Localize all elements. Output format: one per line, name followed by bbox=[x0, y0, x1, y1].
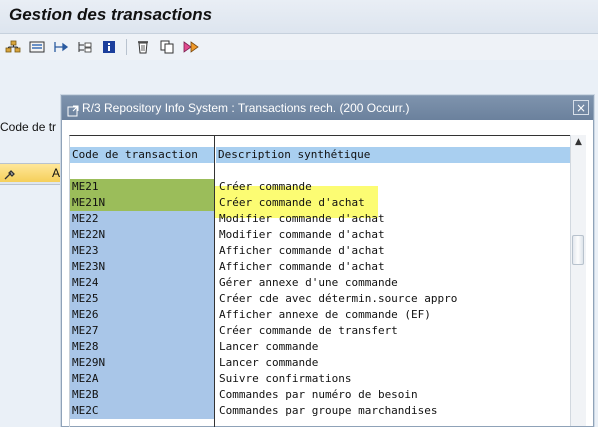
transaction-code-cell[interactable]: ME25 bbox=[70, 291, 214, 307]
app-title: Gestion des transactions bbox=[9, 5, 213, 24]
results-grid: Code de transaction Description synthéti… bbox=[69, 135, 570, 427]
external-window-icon bbox=[67, 102, 79, 121]
search-results-dialog: R/3 Repository Info System : Transaction… bbox=[61, 95, 594, 427]
scrollbar-thumb[interactable] bbox=[572, 235, 584, 265]
table-row[interactable]: ME26 Afficher annexe de commande (EF) bbox=[70, 307, 570, 323]
table-row[interactable]: ME25 Créer cde avec détermin.source appro bbox=[70, 291, 570, 307]
close-icon[interactable]: × bbox=[573, 100, 589, 115]
tools-icon bbox=[3, 166, 17, 185]
description-cell[interactable]: Afficher commande d'achat bbox=[216, 259, 570, 275]
table-row[interactable]: ME22N Modifier commande d'achat bbox=[70, 227, 570, 243]
description-cell[interactable]: Suivre confirmations bbox=[216, 371, 570, 387]
transaction-code-cell[interactable]: ME2C bbox=[70, 403, 214, 419]
delete-icon[interactable] bbox=[133, 38, 153, 56]
table-row[interactable]: ME29N Lancer commande bbox=[70, 355, 570, 371]
column-header-code[interactable]: Code de transaction bbox=[70, 147, 214, 163]
dialog-title-bar: R/3 Repository Info System : Transaction… bbox=[62, 96, 593, 120]
table-row[interactable]: ME28 Lancer commande bbox=[70, 339, 570, 355]
title-bar: Gestion des transactions bbox=[0, 0, 598, 34]
vertical-scrollbar[interactable]: ▲ bbox=[570, 135, 586, 426]
description-cell[interactable]: Créer commande bbox=[216, 179, 570, 195]
transaction-code-cell[interactable]: ME21 bbox=[70, 179, 214, 195]
transaction-code-cell[interactable]: ME27 bbox=[70, 323, 214, 339]
description-cell[interactable]: Modifier commande d'achat bbox=[216, 211, 570, 227]
description-cell[interactable]: Créer cde avec détermin.source appro bbox=[216, 291, 570, 307]
description-cell[interactable]: Lancer commande bbox=[216, 339, 570, 355]
application-toolbar bbox=[0, 34, 598, 60]
scroll-up-icon[interactable]: ▲ bbox=[573, 137, 584, 147]
transaction-code-cell[interactable]: ME2A bbox=[70, 371, 214, 387]
description-cell[interactable]: Lancer commande bbox=[216, 355, 570, 371]
execute-icon[interactable] bbox=[181, 38, 201, 56]
description-cell[interactable]: Afficher commande d'achat bbox=[216, 243, 570, 259]
subtree-icon[interactable] bbox=[75, 38, 95, 56]
transaction-code-cell[interactable]: ME29N bbox=[70, 355, 214, 371]
transaction-code-cell[interactable]: ME23N bbox=[70, 259, 214, 275]
dialog-title: R/3 Repository Info System : Transaction… bbox=[82, 101, 410, 115]
table-row[interactable]: ME2B Commandes par numéro de besoin bbox=[70, 387, 570, 403]
description-cell[interactable]: Commandes par groupe marchandises bbox=[216, 403, 570, 419]
transaction-code-cell[interactable]: ME21N bbox=[70, 195, 214, 211]
table-row[interactable]: ME21 Créer commande bbox=[70, 179, 570, 195]
description-cell[interactable]: Créer commande d'achat bbox=[216, 195, 570, 211]
transaction-code-label: Code de tr bbox=[0, 120, 57, 134]
table-row[interactable]: ME2A Suivre confirmations bbox=[70, 371, 570, 387]
description-cell[interactable]: Commandes par numéro de besoin bbox=[216, 387, 570, 403]
description-cell[interactable]: Créer commande de transfert bbox=[216, 323, 570, 339]
table-row[interactable]: ME23N Afficher commande d'achat bbox=[70, 259, 570, 275]
transaction-code-cell[interactable]: ME23 bbox=[70, 243, 214, 259]
hierarchy-icon[interactable] bbox=[3, 38, 23, 56]
background-button-label: A bbox=[52, 166, 61, 180]
transaction-code-cell[interactable]: ME26 bbox=[70, 307, 214, 323]
transaction-code-cell[interactable]: ME24 bbox=[70, 275, 214, 291]
description-cell[interactable]: Afficher annexe de commande (EF) bbox=[216, 307, 570, 323]
table-row[interactable]: ME2C Commandes par groupe marchandises bbox=[70, 403, 570, 419]
transaction-code-cell[interactable]: ME22 bbox=[70, 211, 214, 227]
description-cell[interactable]: Modifier commande d'achat bbox=[216, 227, 570, 243]
expand-icon[interactable] bbox=[51, 38, 71, 56]
toolbar-separator bbox=[126, 39, 127, 55]
column-header-description[interactable]: Description synthétique bbox=[216, 147, 570, 163]
table-row[interactable]: ME22 Modifier commande d'achat bbox=[70, 211, 570, 227]
table-row[interactable]: ME24 Gérer annexe d'une commande bbox=[70, 275, 570, 291]
table-row[interactable]: ME27 Créer commande de transfert bbox=[70, 323, 570, 339]
dialog-body: Code de transaction Description synthéti… bbox=[62, 120, 593, 427]
display-icon[interactable] bbox=[27, 38, 47, 56]
transaction-code-cell[interactable]: ME28 bbox=[70, 339, 214, 355]
info-icon[interactable] bbox=[99, 38, 119, 56]
table-row[interactable]: ME21N Créer commande d'achat bbox=[70, 195, 570, 211]
table-row[interactable]: ME23 Afficher commande d'achat bbox=[70, 243, 570, 259]
transaction-code-cell[interactable]: ME2B bbox=[70, 387, 214, 403]
copy-icon[interactable] bbox=[157, 38, 177, 56]
description-cell[interactable]: Gérer annexe d'une commande bbox=[216, 275, 570, 291]
transaction-code-cell[interactable]: ME22N bbox=[70, 227, 214, 243]
